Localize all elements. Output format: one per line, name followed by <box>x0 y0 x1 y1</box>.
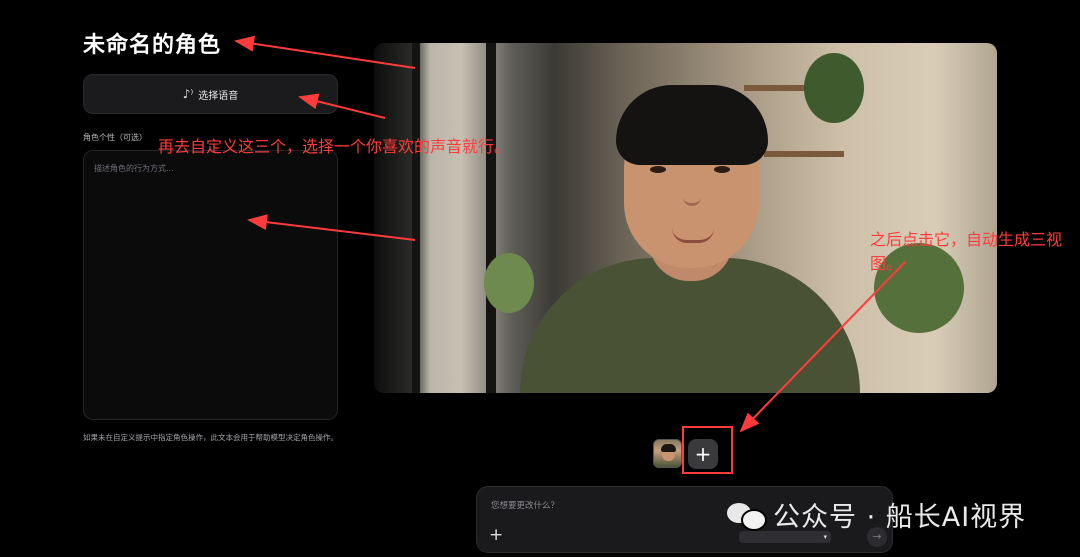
arrow-to-add <box>739 261 906 433</box>
arrow-to-persona <box>247 214 416 241</box>
arrow-to-title <box>234 35 416 69</box>
arrow-to-voice <box>298 93 386 119</box>
annotation-arrows <box>234 35 906 433</box>
